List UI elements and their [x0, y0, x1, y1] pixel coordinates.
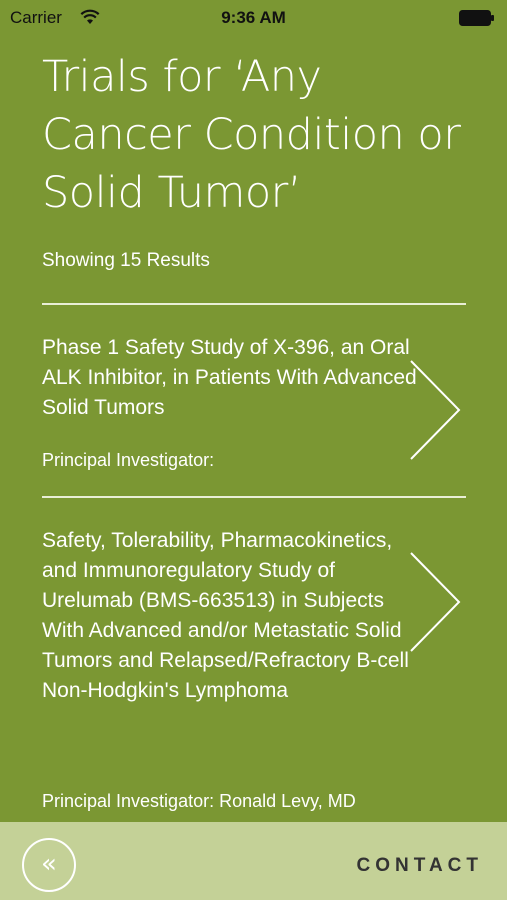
trial-principal-investigator: Principal Investigator: [42, 450, 215, 470]
trial-title: Safety, Tolerability, Pharmacokinetics, … [42, 529, 409, 702]
chevron-right-icon [410, 552, 461, 652]
chevron-right-icon [410, 360, 461, 460]
results-count: Showing 15 Results [42, 250, 210, 271]
trial-list-item[interactable]: Phase 1 Safety Study of X-396, an Oral A… [0, 305, 507, 495]
trial-title: Phase 1 Safety Study of X-396, an Oral A… [42, 336, 417, 419]
battery-icon [459, 10, 494, 26]
bottom-bar: « CONTACT [0, 822, 507, 900]
status-bar: Carrier 9:36 AM [0, 0, 507, 36]
back-button[interactable]: « [22, 838, 76, 892]
status-time: 9:36 AM [221, 8, 286, 27]
page-title: Trials for ‘Any Cancer Condition or Soli… [42, 52, 461, 218]
trial-principal-investigator: Principal Investigator: Ronald Levy, MD [42, 791, 356, 811]
contact-button[interactable]: CONTACT [357, 855, 483, 877]
trial-list-item[interactable]: Safety, Tolerability, Pharmacokinetics, … [0, 498, 507, 822]
double-chevron-left-icon: « [41, 848, 57, 879]
